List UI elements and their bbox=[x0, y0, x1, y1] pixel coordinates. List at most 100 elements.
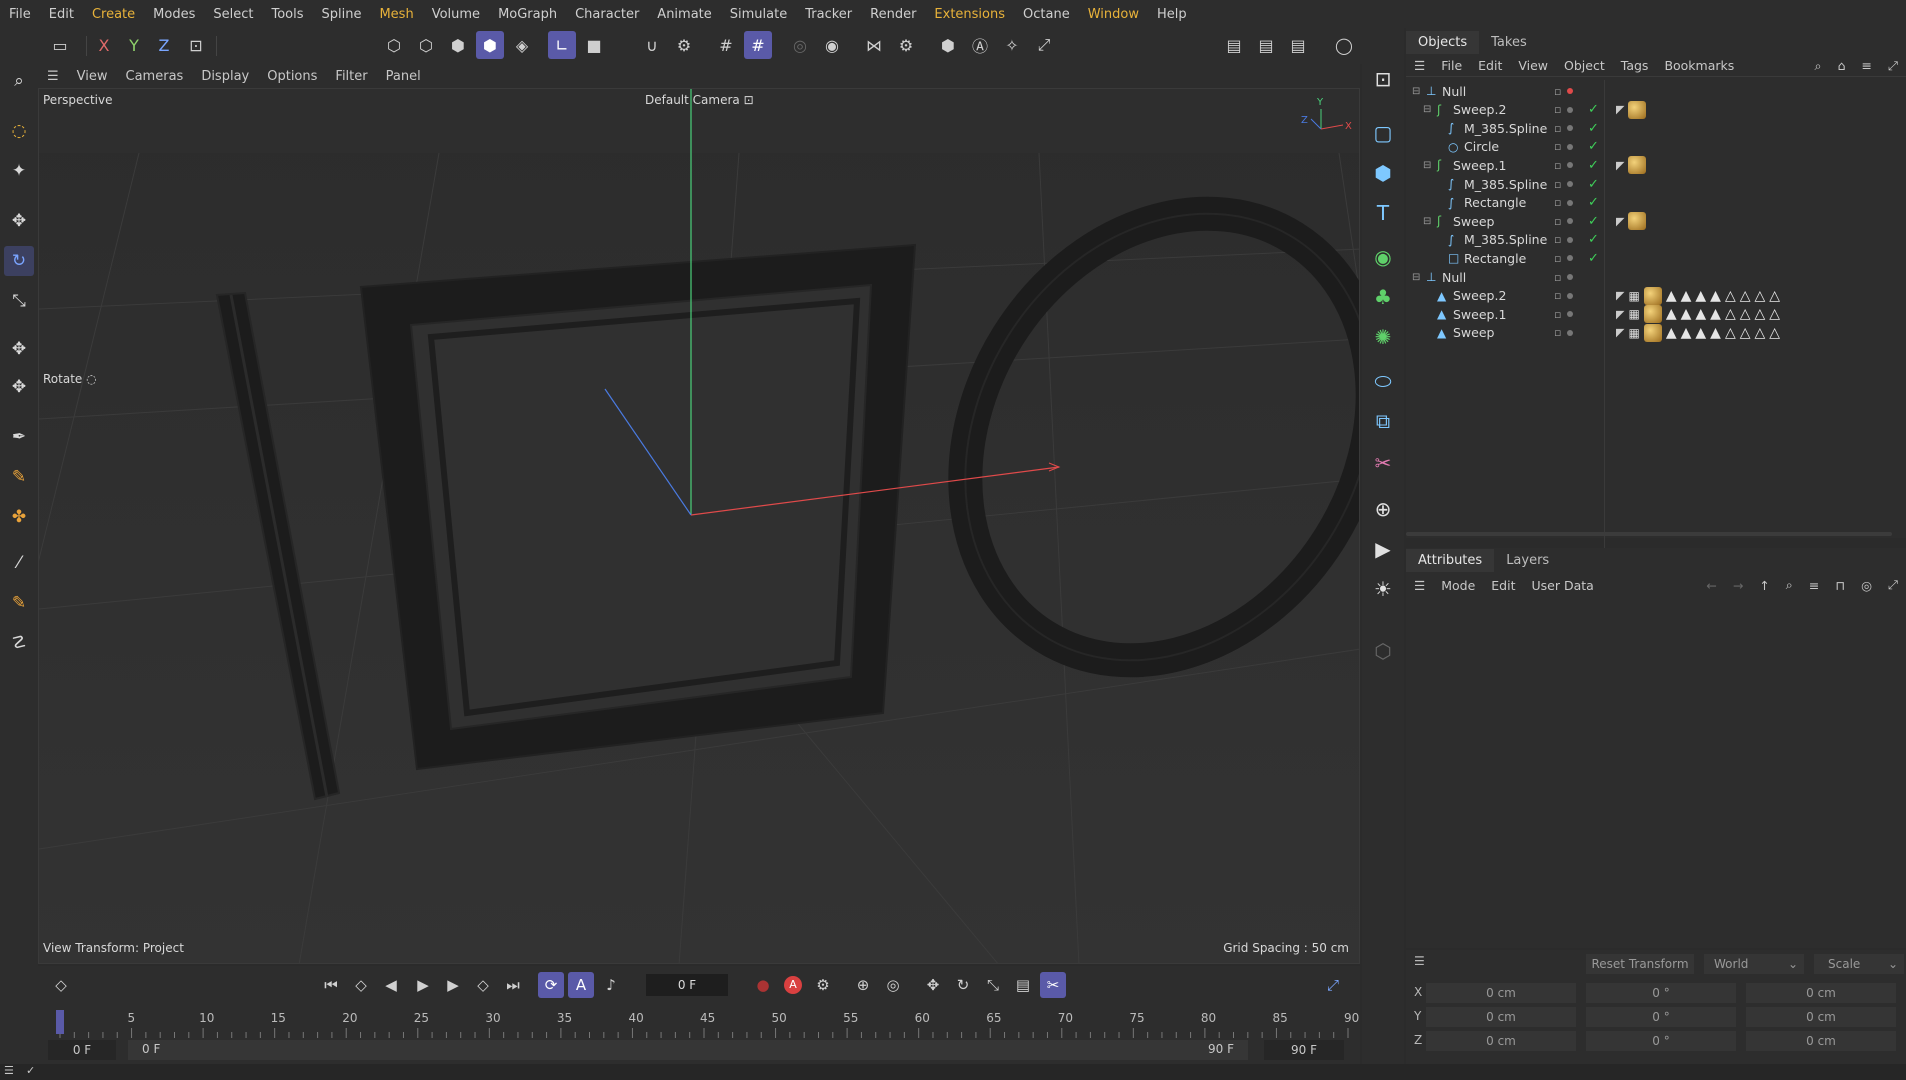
current-frame-field[interactable]: 0 F bbox=[646, 974, 728, 996]
enabled-check-icon[interactable]: ✓ bbox=[1588, 195, 1599, 210]
render-settings-icon[interactable]: ▤ bbox=[1284, 31, 1312, 59]
enabled-check-icon[interactable]: ✓ bbox=[1588, 232, 1599, 247]
visibility-dots[interactable]: ▫ bbox=[1554, 140, 1574, 153]
render-to-picture-viewer-icon[interactable]: ▤ bbox=[1252, 31, 1280, 59]
attr-filter-icon[interactable]: ≡ bbox=[1801, 578, 1827, 593]
rotation-field[interactable]: 0 ° bbox=[1586, 1007, 1736, 1027]
tab-objects[interactable]: Objects bbox=[1406, 31, 1480, 54]
timeline-window-icon[interactable]: ⤢ bbox=[1320, 972, 1346, 998]
menu-window[interactable]: Window bbox=[1079, 7, 1148, 22]
menu-modes[interactable]: Modes bbox=[144, 7, 204, 22]
playhead[interactable] bbox=[56, 1010, 64, 1034]
viewport-solo-icon[interactable]: ◉ bbox=[818, 31, 846, 59]
menu-edit[interactable]: Edit bbox=[40, 7, 83, 22]
phong-tag-icon[interactable]: ◤ bbox=[1616, 289, 1624, 302]
position-field[interactable]: 0 cm bbox=[1426, 983, 1576, 1003]
text-icon[interactable]: T bbox=[1368, 198, 1398, 228]
camera-object-icon[interactable]: ▶ bbox=[1368, 534, 1398, 564]
rotation-key-icon[interactable]: ◎ bbox=[880, 972, 906, 998]
viewport-menu-cameras[interactable]: Cameras bbox=[117, 69, 193, 84]
texture-mode-icon[interactable]: ◈ bbox=[508, 31, 536, 59]
environment-icon[interactable]: ⊕ bbox=[1368, 494, 1398, 524]
go-to-end-icon[interactable]: ⏭ bbox=[500, 972, 526, 998]
light-icon[interactable]: ☀ bbox=[1368, 574, 1398, 604]
selection-tag-outline-icon[interactable]: △ bbox=[1769, 306, 1780, 322]
obj-menu-edit[interactable]: Edit bbox=[1470, 58, 1510, 73]
points-mode-icon[interactable]: ⬡ bbox=[380, 31, 408, 59]
selection-tag-icon[interactable]: ▲ bbox=[1695, 325, 1706, 341]
transform-tool-icon[interactable]: ✥ bbox=[4, 334, 34, 364]
selection-tag-icon[interactable]: ▲ bbox=[1666, 306, 1677, 322]
scale-dropdown[interactable]: Scale ⌄ bbox=[1814, 954, 1904, 974]
point-level-icon[interactable]: ✂ bbox=[1040, 972, 1066, 998]
obj-menu-file[interactable]: File bbox=[1433, 58, 1470, 73]
visibility-dots[interactable]: ▫ bbox=[1554, 271, 1574, 284]
magnet-icon[interactable]: ∪ bbox=[638, 31, 666, 59]
size-field[interactable]: 0 cm bbox=[1746, 1007, 1896, 1027]
tab-takes[interactable]: Takes bbox=[1479, 31, 1539, 54]
selection-tag-outline-icon[interactable]: △ bbox=[1725, 325, 1736, 341]
enabled-check-icon[interactable]: ✓ bbox=[1588, 177, 1599, 192]
previous-key-icon[interactable]: ◇ bbox=[348, 972, 374, 998]
next-key-icon[interactable]: ◇ bbox=[470, 972, 496, 998]
position-key-icon[interactable]: ✥ bbox=[920, 972, 946, 998]
position-field[interactable]: 0 cm bbox=[1426, 1007, 1576, 1027]
attr-menu-mode[interactable]: Mode bbox=[1433, 578, 1483, 593]
spline-sketch-icon[interactable]: ✎ bbox=[4, 462, 34, 492]
spline-pen-icon[interactable]: ✒ bbox=[4, 422, 34, 452]
cloner-icon[interactable]: ♣ bbox=[1368, 282, 1398, 312]
snap-settings-icon[interactable]: ⚙ bbox=[670, 31, 698, 59]
material-tag-icon[interactable] bbox=[1643, 323, 1662, 342]
dynamics-icon[interactable]: ✂ bbox=[1368, 448, 1398, 478]
menu-tools[interactable]: Tools bbox=[262, 7, 312, 22]
next-frame-icon[interactable]: ▶ bbox=[440, 972, 466, 998]
material-tag-icon[interactable] bbox=[1643, 305, 1662, 324]
select-tool-icon[interactable]: ◌ bbox=[4, 116, 34, 146]
obj-menu-bookmarks[interactable]: Bookmarks bbox=[1656, 58, 1742, 73]
sculpt-icon[interactable]: ☡ bbox=[4, 628, 34, 658]
field-icon[interactable]: ⧉ bbox=[1368, 406, 1398, 436]
attr-target-icon[interactable]: ◎ bbox=[1853, 578, 1880, 593]
visibility-dots[interactable]: ▫ bbox=[1554, 252, 1574, 265]
menu-help[interactable]: Help bbox=[1148, 7, 1196, 22]
enabled-check-icon[interactable]: ✓ bbox=[1588, 251, 1599, 266]
brush-icon[interactable]: ⁄ bbox=[4, 548, 34, 578]
visibility-dots[interactable]: ▫ bbox=[1554, 122, 1574, 135]
keyframe-icon[interactable]: ◇ bbox=[48, 972, 74, 998]
uvw-tag-icon[interactable]: ▦ bbox=[1628, 289, 1639, 303]
autokey-settings-icon[interactable]: A bbox=[568, 972, 594, 998]
object-hamburger-icon[interactable]: ☰ bbox=[1406, 58, 1433, 73]
scale-tool-icon[interactable]: ⤡ bbox=[4, 286, 34, 316]
selection-tag-outline-icon[interactable]: △ bbox=[1740, 306, 1751, 322]
selection-tag-icon[interactable]: ▲ bbox=[1695, 306, 1706, 322]
attr-new-window-icon[interactable]: ⤢ bbox=[1880, 577, 1906, 593]
uvw-tag-icon[interactable]: ▦ bbox=[1628, 326, 1639, 340]
selection-tag-outline-icon[interactable]: △ bbox=[1725, 288, 1736, 304]
menu-simulate[interactable]: Simulate bbox=[721, 7, 796, 22]
menu-render[interactable]: Render bbox=[861, 7, 925, 22]
render-view-icon[interactable]: ▤ bbox=[1220, 31, 1248, 59]
phong-tag-icon[interactable]: ◤ bbox=[1616, 308, 1624, 321]
tab-attributes[interactable]: Attributes bbox=[1406, 549, 1495, 572]
menu-extensions[interactable]: Extensions bbox=[925, 7, 1014, 22]
selection-tag-outline-icon[interactable]: △ bbox=[1755, 288, 1766, 304]
generator-icon[interactable]: ◉ bbox=[1368, 242, 1398, 272]
material-tag-icon[interactable] bbox=[1643, 286, 1662, 305]
viewport-menu-view[interactable]: View bbox=[68, 69, 117, 84]
visibility-dots[interactable]: ▫ bbox=[1554, 159, 1574, 172]
expand-icon[interactable]: ⊟ bbox=[1423, 160, 1431, 171]
menu-character[interactable]: Character bbox=[566, 7, 648, 22]
menu-tracker[interactable]: Tracker bbox=[796, 7, 861, 22]
visibility-dots[interactable]: ▫ bbox=[1554, 178, 1574, 191]
attr-up-icon[interactable]: ↑ bbox=[1751, 578, 1777, 593]
range-slider[interactable]: 0 F 90 F bbox=[128, 1040, 1248, 1060]
phong-tag-icon[interactable]: ◤ bbox=[1616, 215, 1624, 228]
visibility-dots[interactable]: ▫ bbox=[1554, 308, 1574, 321]
selection-tag-icon[interactable]: ▲ bbox=[1666, 288, 1677, 304]
spline-primitives-icon[interactable]: ✤ bbox=[4, 502, 34, 532]
object-row[interactable]: ▲ Sweep ▫ ◤ ▦ ▲ ▲ ▲ ▲ △ △ △ △ bbox=[1406, 322, 1906, 344]
knife-tool-icon[interactable]: ✎ bbox=[4, 588, 34, 618]
attr-lock-icon[interactable]: ⊓ bbox=[1827, 578, 1853, 593]
uvw-tag-icon[interactable]: ▦ bbox=[1628, 307, 1639, 321]
effector-icon[interactable]: ✺ bbox=[1368, 322, 1398, 352]
